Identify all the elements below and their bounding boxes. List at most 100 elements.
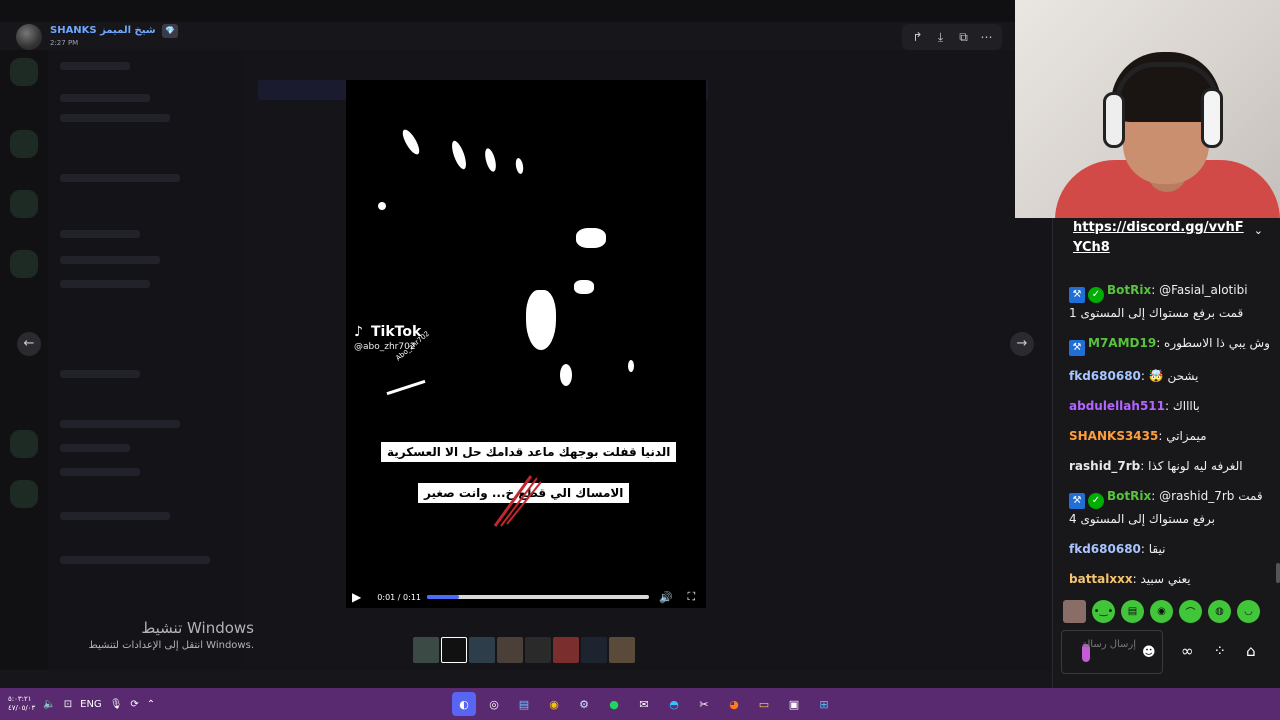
previous-media-button[interactable]: ← xyxy=(17,332,41,356)
chat-username[interactable]: battalxxx xyxy=(1069,572,1133,586)
server-icon[interactable] xyxy=(10,480,38,508)
speaker-icon[interactable]: 🔈 xyxy=(43,699,55,710)
emote-pepe[interactable]: ⌒ xyxy=(1179,600,1202,623)
clock[interactable]: ٥:٠٣:٢١ ٤٧/٠٥/٠٣ xyxy=(8,695,35,713)
forward-icon[interactable]: ↱ xyxy=(909,30,927,44)
emote-pepe[interactable]: •‿• xyxy=(1092,600,1115,623)
channel-item[interactable] xyxy=(60,420,180,428)
window-icon[interactable]: ▣ xyxy=(782,692,806,716)
media-thumbnail[interactable] xyxy=(413,637,439,663)
video-progress-bar[interactable] xyxy=(427,595,650,599)
chat-input[interactable]: إرسال رسالة ☻ xyxy=(1061,630,1163,674)
server-icon[interactable] xyxy=(10,190,38,218)
chat-username[interactable]: rashid_7rb xyxy=(1069,459,1140,473)
diamond-badge-icon: 💎 xyxy=(162,24,179,38)
channel-item[interactable] xyxy=(60,114,170,122)
download-icon[interactable]: ⤓ xyxy=(932,30,950,45)
video-figure xyxy=(399,127,423,157)
channel-item[interactable] xyxy=(60,230,140,238)
video-progress-fill xyxy=(427,595,459,599)
more-icon[interactable]: ⋯ xyxy=(978,30,996,44)
file-explorer-icon[interactable]: ▭ xyxy=(752,692,776,716)
emoji-icon[interactable]: ☻ xyxy=(1142,645,1156,660)
chat-username[interactable]: BotRix xyxy=(1107,489,1151,503)
video-figure xyxy=(483,147,498,173)
headphones-icon xyxy=(1201,88,1223,148)
channel-item[interactable] xyxy=(60,556,210,564)
windows-start-icon[interactable]: ⊞ xyxy=(812,692,836,716)
server-icon[interactable] xyxy=(10,250,38,278)
emote-photo[interactable] xyxy=(1063,600,1086,623)
spotify-icon[interactable]: ● xyxy=(602,692,626,716)
server-icon[interactable] xyxy=(10,130,38,158)
chevron-down-icon[interactable]: ⌄ xyxy=(1254,224,1263,237)
channel-item[interactable] xyxy=(60,512,170,520)
media-thumbnail[interactable] xyxy=(497,637,523,663)
play-icon[interactable]: ▶ xyxy=(352,590,371,604)
server-icon[interactable] xyxy=(10,58,38,86)
sync-icon[interactable]: ⟳ xyxy=(130,699,138,710)
media-thumbnail[interactable] xyxy=(581,637,607,663)
video-player[interactable]: ♪ TikTok @abo_zhr702 Abo_zhr702 الدنيا قف… xyxy=(346,80,706,608)
obs-icon[interactable]: ◎ xyxy=(482,692,506,716)
open-external-icon[interactable]: ⧉ xyxy=(955,30,973,45)
chat-username[interactable]: BotRix xyxy=(1107,283,1151,297)
chat-message: ⚒ ✓ BotRix: @Fasial_alotibi قمت برفع مستوا… xyxy=(1069,280,1271,323)
media-thumbnail-active[interactable] xyxy=(441,637,467,663)
emote-pepe[interactable]: ◡ xyxy=(1237,600,1260,623)
store-icon[interactable]: ⌂ xyxy=(1246,642,1256,660)
next-media-button[interactable]: → xyxy=(1010,332,1034,356)
chat-username[interactable]: abdulellah511 xyxy=(1069,399,1165,413)
server-rail xyxy=(0,50,48,670)
chat-username[interactable]: M7AMD19 xyxy=(1088,336,1156,350)
moderator-badge-icon[interactable]: ⚒ xyxy=(1069,287,1085,303)
emote-pepe[interactable]: ▤ xyxy=(1121,600,1144,623)
channel-item[interactable] xyxy=(60,444,130,452)
emote-pepe[interactable]: ◍ xyxy=(1208,600,1231,623)
infinity-icon[interactable]: ∞ xyxy=(1181,642,1194,660)
points-icon[interactable]: ⁘ xyxy=(1214,642,1227,660)
channel-item[interactable] xyxy=(60,94,150,102)
verified-badge-icon[interactable]: ✓ xyxy=(1088,287,1104,303)
media-thumbnail[interactable] xyxy=(469,637,495,663)
chevron-up-icon[interactable]: ⌃ xyxy=(147,699,155,710)
steam-icon[interactable]: ⚙ xyxy=(572,692,596,716)
language-indicator[interactable]: ENG xyxy=(80,699,102,710)
video-controls: ▶ 0:01 / 0:11 🔊 ⛶ xyxy=(346,586,706,608)
moderator-badge-icon[interactable]: ⚒ xyxy=(1069,493,1085,509)
chat-scrollbar[interactable] xyxy=(1276,563,1280,583)
mail-icon[interactable]: ✉ xyxy=(632,692,656,716)
server-icon[interactable] xyxy=(10,430,38,458)
author-name[interactable]: SHANKS شيخ الميمز 💎 xyxy=(50,24,179,38)
media-thumbnail[interactable] xyxy=(525,637,551,663)
channel-item[interactable] xyxy=(60,256,160,264)
chat-text: يشحن 🤯 xyxy=(1148,369,1199,383)
pinned-discord-link[interactable]: https://discord.gg/vvhFYCh8 xyxy=(1073,218,1251,258)
network-icon[interactable]: ⊡ xyxy=(64,699,72,710)
avatar[interactable] xyxy=(16,24,42,50)
channel-item[interactable] xyxy=(60,62,130,70)
notepad-icon[interactable]: ▤ xyxy=(512,692,536,716)
capcut-icon[interactable]: ✂ xyxy=(692,692,716,716)
volume-icon[interactable]: 🔊 xyxy=(657,591,674,604)
chrome-icon[interactable]: ◉ xyxy=(542,692,566,716)
chat-username[interactable]: SHANKS3435 xyxy=(1069,429,1158,443)
moderator-badge-icon[interactable]: ⚒ xyxy=(1069,340,1085,356)
chat-username[interactable]: fkd680680 xyxy=(1069,542,1141,556)
fullscreen-icon[interactable]: ⛶ xyxy=(683,590,700,604)
media-thumbnail[interactable] xyxy=(609,637,635,663)
channel-item[interactable] xyxy=(60,370,140,378)
system-tray: ٥:٠٣:٢١ ٤٧/٠٥/٠٣ 🔈 ⊡ ENG 🎙 ⟳ ⌃ xyxy=(8,688,155,720)
verified-badge-icon[interactable]: ✓ xyxy=(1088,493,1104,509)
microphone-icon[interactable]: 🎙 xyxy=(110,699,123,710)
channel-item[interactable] xyxy=(60,468,140,476)
discord-icon[interactable]: ◐ xyxy=(452,692,476,716)
emote-pepe[interactable]: ◉ xyxy=(1150,600,1173,623)
media-thumbnail[interactable] xyxy=(553,637,579,663)
channel-item[interactable] xyxy=(60,174,180,182)
channel-item[interactable] xyxy=(60,280,150,288)
firefox-icon[interactable]: ◕ xyxy=(722,692,746,716)
edge-icon[interactable]: ◓ xyxy=(662,692,686,716)
author-username: SHANKS xyxy=(50,25,97,36)
chat-username[interactable]: fkd680680 xyxy=(1069,369,1141,383)
